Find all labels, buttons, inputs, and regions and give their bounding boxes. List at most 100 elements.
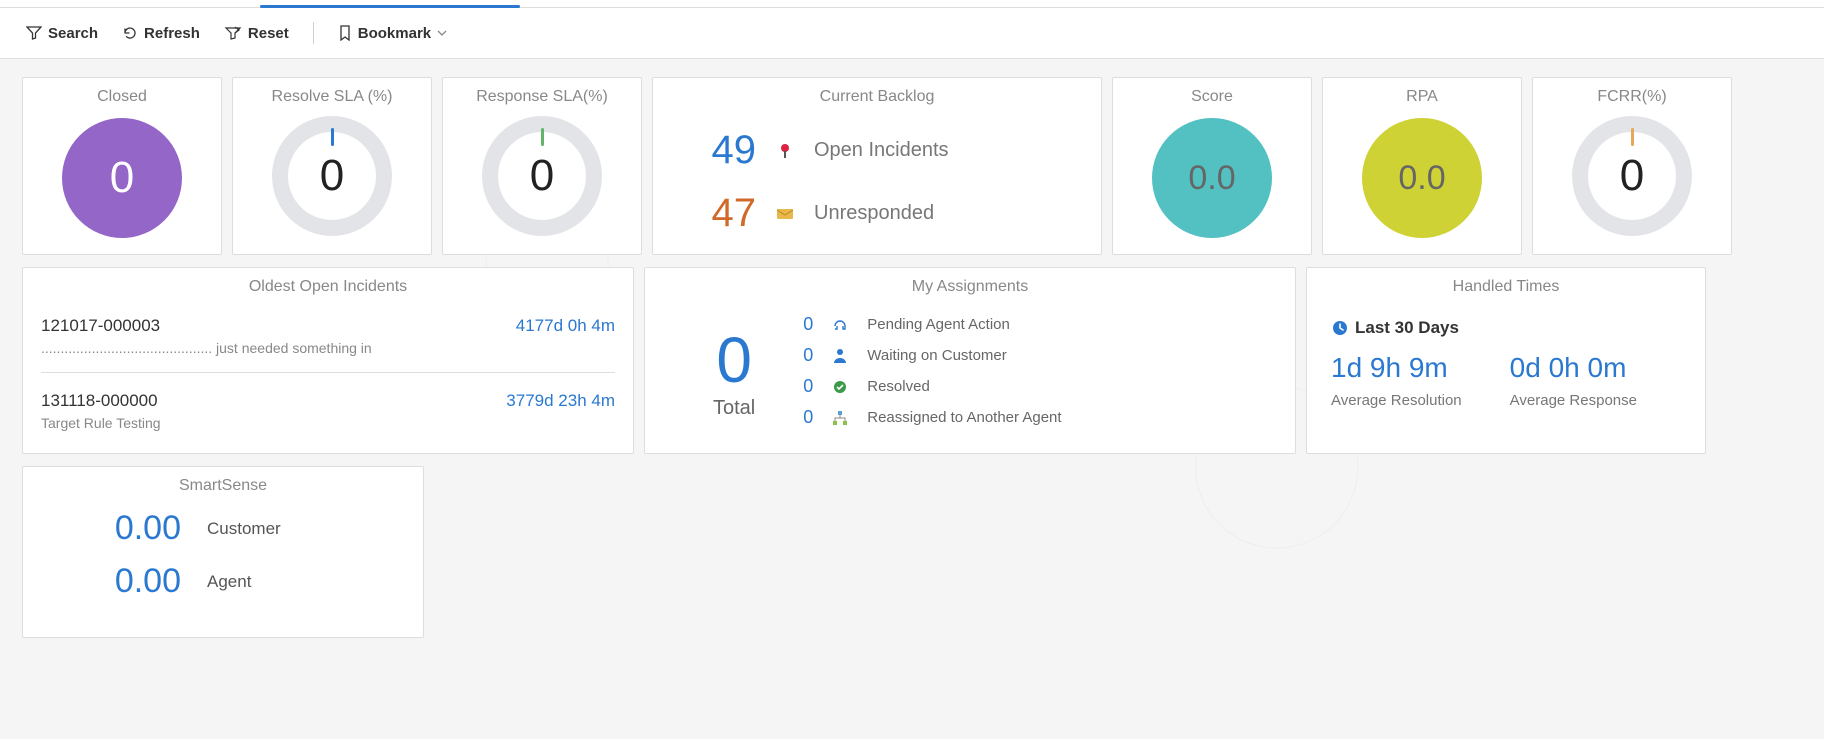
backlog-unresponded-label: Unresponded: [814, 202, 934, 225]
envelope-icon: [774, 207, 796, 221]
handled-range: Last 30 Days: [1355, 318, 1459, 338]
incident-id: 131118-000000: [41, 391, 158, 411]
closed-value: 0: [110, 153, 134, 203]
avg-resolution: 1d 9h 9m Average Resolution: [1331, 352, 1462, 409]
card-fcrr[interactable]: FCRR(%) 0: [1532, 77, 1732, 255]
dashboard-canvas: Closed 0 Resolve SLA (%) 0 Response SLA(…: [0, 59, 1824, 739]
gauge-tick-icon: [1631, 128, 1634, 146]
backlog-open-count: 49: [691, 128, 756, 173]
incident-description: Target Rule Testing: [41, 415, 615, 431]
filter-icon: [26, 25, 42, 41]
card-handled-times[interactable]: Handled Times Last 30 Days 1d 9h 9m Aver…: [1306, 267, 1706, 454]
smartsense-customer-label: Customer: [207, 519, 281, 539]
refresh-label: Refresh: [144, 25, 200, 42]
card-my-assignments[interactable]: My Assignments 0 Total 0 Pending Agent A…: [644, 267, 1296, 454]
rpa-circle: 0.0: [1362, 118, 1482, 238]
card-title: Handled Times: [1315, 278, 1697, 296]
rpa-value: 0.0: [1398, 159, 1445, 198]
smartsense-agent-label: Agent: [207, 572, 251, 592]
response-gauge: 0: [482, 116, 602, 236]
hierarchy-icon: [829, 410, 851, 426]
row-label: Waiting on Customer: [867, 347, 1007, 364]
person-icon: [829, 348, 851, 364]
smartsense-customer-row: 0.00 Customer: [91, 509, 395, 548]
card-title: Closed: [31, 88, 213, 106]
card-current-backlog[interactable]: Current Backlog 49 Open Incidents 47 Unr…: [652, 77, 1102, 255]
assignments-total: 0 Total: [713, 323, 755, 420]
assignment-row-reassigned: 0 Reassigned to Another Agent: [795, 407, 1061, 428]
smartsense-customer-value: 0.00: [91, 509, 181, 548]
row-count: 0: [795, 376, 813, 397]
reset-button[interactable]: Reset: [224, 25, 289, 42]
smartsense-agent-value: 0.00: [91, 562, 181, 601]
closed-circle: 0: [62, 118, 182, 238]
avg-response-label: Average Response: [1510, 392, 1637, 409]
row-count: 0: [795, 345, 813, 366]
toolbar: Search Refresh Reset Bookmark: [0, 8, 1824, 59]
resolve-value: 0: [320, 151, 344, 201]
row-label: Pending Agent Action: [867, 316, 1010, 333]
gauge-tick-icon: [541, 128, 544, 146]
check-circle-icon: [829, 379, 851, 395]
card-score[interactable]: Score 0.0: [1112, 77, 1312, 255]
smartsense-agent-row: 0.00 Agent: [91, 562, 395, 601]
card-smartsense[interactable]: SmartSense 0.00 Customer 0.00 Agent: [22, 466, 424, 638]
fcrr-gauge: 0: [1572, 116, 1692, 236]
card-title: Response SLA(%): [451, 88, 633, 106]
incident-id: 121017-000003: [41, 316, 160, 336]
incident-age: 3779d 23h 4m: [506, 391, 615, 411]
search-button[interactable]: Search: [26, 25, 98, 42]
refresh-button[interactable]: Refresh: [122, 25, 200, 42]
card-title: My Assignments: [653, 278, 1287, 296]
avg-resolution-label: Average Resolution: [1331, 392, 1462, 409]
resolve-gauge: 0: [272, 116, 392, 236]
active-tab-indicator: [260, 5, 520, 8]
search-label: Search: [48, 25, 98, 42]
card-rpa[interactable]: RPA 0.0: [1322, 77, 1522, 255]
bookmark-icon: [338, 25, 352, 41]
card-title: Resolve SLA (%): [241, 88, 423, 106]
row-label: Resolved: [867, 378, 930, 395]
tab-bar: [0, 0, 1824, 8]
divider: [41, 372, 615, 373]
reset-label: Reset: [248, 25, 289, 42]
incident-item[interactable]: 131118-000000 3779d 23h 4m Target Rule T…: [31, 379, 625, 441]
assignment-row-resolved: 0 Resolved: [795, 376, 1061, 397]
card-title: FCRR(%): [1541, 88, 1723, 106]
card-title: Score: [1121, 88, 1303, 106]
backlog-unresponded-count: 47: [691, 191, 756, 236]
avg-resolution-value: 1d 9h 9m: [1331, 352, 1462, 384]
card-title: Oldest Open Incidents: [31, 278, 625, 296]
card-resolve-sla[interactable]: Resolve SLA (%) 0: [232, 77, 432, 255]
backlog-open-label: Open Incidents: [814, 139, 949, 162]
fcrr-value: 0: [1620, 151, 1644, 201]
card-closed[interactable]: Closed 0: [22, 77, 222, 255]
score-value: 0.0: [1188, 159, 1235, 198]
middle-row: Oldest Open Incidents 121017-000003 4177…: [22, 267, 1804, 454]
incident-item[interactable]: 121017-000003 4177d 0h 4m ..............…: [31, 304, 625, 366]
backlog-unresponded-row: 47 Unresponded: [691, 191, 1083, 236]
bookmark-button[interactable]: Bookmark: [338, 25, 447, 42]
assignment-row-pending: 0 Pending Agent Action: [795, 314, 1061, 335]
incident-age: 4177d 0h 4m: [516, 316, 615, 336]
card-response-sla[interactable]: Response SLA(%) 0: [442, 77, 642, 255]
card-title: RPA: [1331, 88, 1513, 106]
row-label: Reassigned to Another Agent: [867, 409, 1061, 426]
response-value: 0: [530, 151, 554, 201]
avg-response-value: 0d 0h 0m: [1510, 352, 1637, 384]
refresh-icon: [122, 25, 138, 41]
row-count: 0: [795, 407, 813, 428]
avg-response: 0d 0h 0m Average Response: [1510, 352, 1637, 409]
assignment-row-waiting: 0 Waiting on Customer: [795, 345, 1061, 366]
backlog-open-row: 49 Open Incidents: [691, 128, 1083, 173]
card-oldest-open-incidents[interactable]: Oldest Open Incidents 121017-000003 4177…: [22, 267, 634, 454]
bottom-row: SmartSense 0.00 Customer 0.00 Agent: [22, 466, 1804, 638]
card-title: SmartSense: [31, 477, 415, 495]
score-circle: 0.0: [1152, 118, 1272, 238]
incident-description: ........................................…: [41, 340, 615, 356]
clock-icon: [1331, 319, 1349, 337]
assignments-total-label: Total: [713, 397, 755, 420]
headset-icon: [829, 317, 851, 333]
card-title: Current Backlog: [661, 88, 1093, 106]
kpi-row: Closed 0 Resolve SLA (%) 0 Response SLA(…: [22, 77, 1804, 255]
